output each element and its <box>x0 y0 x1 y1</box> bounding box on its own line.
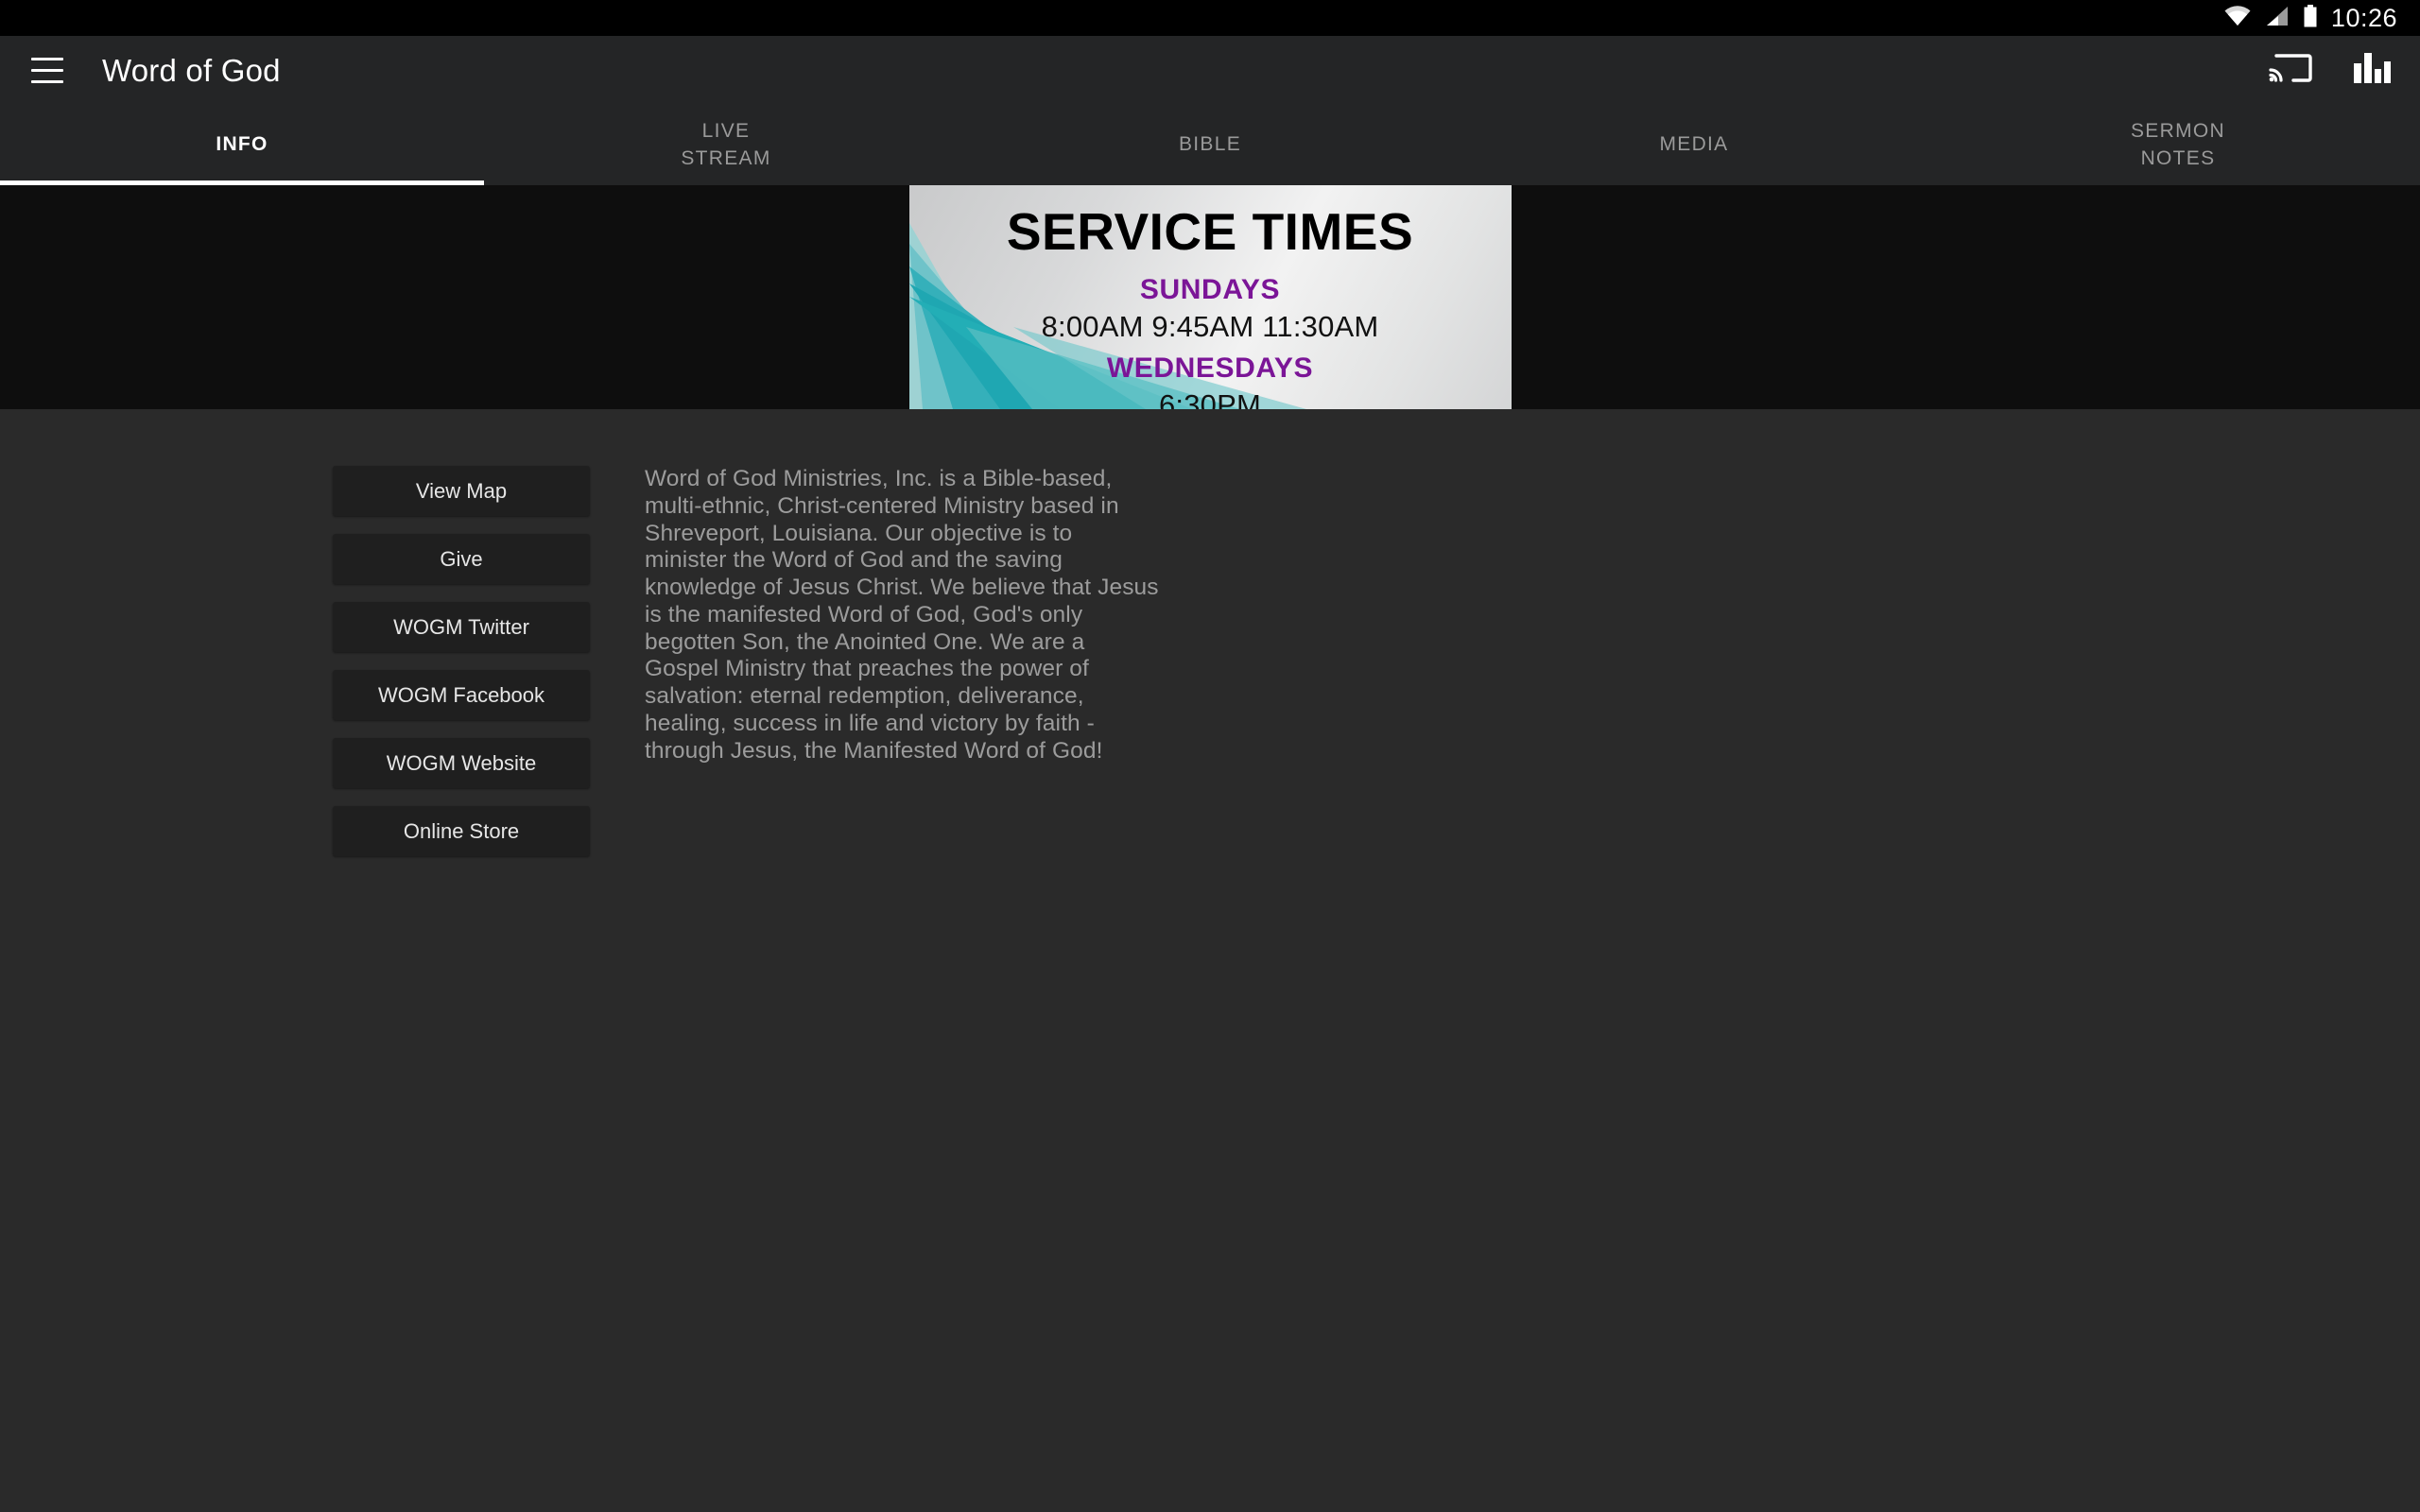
wogm-facebook-button[interactable]: WOGM Facebook <box>333 670 590 720</box>
tab-sermon-notes[interactable]: SERMON NOTES <box>1936 105 2420 185</box>
ministry-description: Word of God Ministries, Inc. is a Bible-… <box>645 466 1159 764</box>
wifi-icon <box>2223 5 2252 31</box>
hamburger-menu-icon[interactable] <box>23 46 72 95</box>
app-bar-actions <box>2269 50 2392 91</box>
banner-wednesday-times: 6:30PM <box>1158 388 1262 409</box>
banner-sunday-label: SUNDAYS <box>1139 274 1281 305</box>
status-bar-clock: 10:26 <box>2330 3 2397 32</box>
page-title: Word of God <box>102 52 281 88</box>
status-bar: 10:26 <box>0 0 2420 36</box>
equalizer-icon[interactable] <box>2352 50 2392 91</box>
tab-label: BIBLE <box>1178 133 1242 156</box>
wogm-twitter-button[interactable]: WOGM Twitter <box>333 602 590 652</box>
banner-sunday-times: 8:00AM 9:45AM 11:30AM <box>1041 310 1379 343</box>
tab-label: INFO <box>216 133 268 156</box>
tab-media[interactable]: MEDIA <box>1452 105 1936 185</box>
tab-live-stream[interactable]: LIVE STREAM <box>484 105 968 185</box>
banner-content: SERVICE TIMES SUNDAYS 8:00AM 9:45AM 11:3… <box>909 185 1512 410</box>
tab-bible[interactable]: BIBLE <box>968 105 1452 185</box>
service-times-banner[interactable]: SERVICE TIMES SUNDAYS 8:00AM 9:45AM 11:3… <box>908 185 1512 410</box>
give-button[interactable]: Give <box>333 534 590 584</box>
tab-bar: INFO LIVE STREAM BIBLE MEDIA SERMON NOTE… <box>0 105 2420 185</box>
banner-wednesday-label: WEDNESDAYS <box>1106 352 1314 384</box>
banner-strip: SERVICE TIMES SUNDAYS 8:00AM 9:45AM 11:3… <box>0 185 2420 409</box>
online-store-button[interactable]: Online Store <box>333 806 590 856</box>
view-map-button[interactable]: View Map <box>333 466 590 516</box>
tab-label: LIVE STREAM <box>681 120 771 169</box>
cellular-signal-icon <box>2265 6 2290 31</box>
app-bar: Word of God <box>0 36 2420 105</box>
tab-label: MEDIA <box>1659 133 1729 156</box>
tab-info[interactable]: INFO <box>0 105 484 185</box>
tab-label: SERMON NOTES <box>2131 120 2225 169</box>
main-content: View Map Give WOGM Twitter WOGM Facebook… <box>0 409 2420 1512</box>
wogm-website-button[interactable]: WOGM Website <box>333 738 590 788</box>
cast-icon[interactable] <box>2269 50 2312 91</box>
battery-icon <box>2303 4 2318 32</box>
banner-title: SERVICE TIMES <box>1006 202 1414 261</box>
action-button-column: View Map Give WOGM Twitter WOGM Facebook… <box>333 466 590 1512</box>
